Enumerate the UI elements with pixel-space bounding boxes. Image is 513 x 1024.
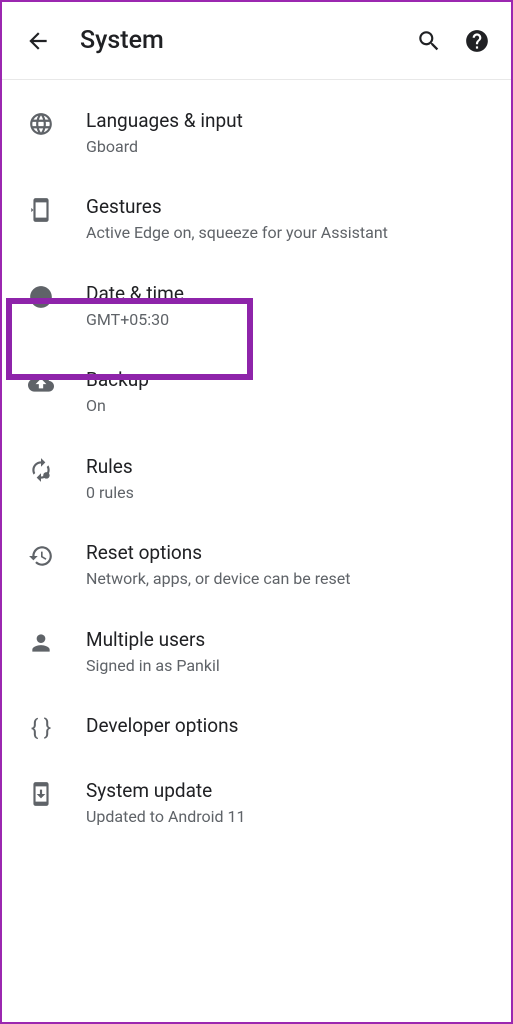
item-update[interactable]: System update Updated to Android 11 <box>2 760 511 846</box>
item-text: Backup On <box>86 368 493 416</box>
settings-list: Languages & input Gboard Gestures Active… <box>2 80 511 847</box>
reset-icon <box>20 543 62 569</box>
item-text: Developer options <box>86 714 493 739</box>
item-subtitle: Active Edge on, squeeze for your Assista… <box>86 223 493 244</box>
item-title: Languages & input <box>86 109 493 134</box>
item-text: Multiple users Signed in as Pankil <box>86 628 493 676</box>
person-icon <box>20 630 62 656</box>
gesture-icon <box>20 197 62 223</box>
item-gestures[interactable]: Gestures Active Edge on, squeeze for you… <box>2 176 511 262</box>
item-title: System update <box>86 779 493 804</box>
braces-icon: { } <box>20 716 62 741</box>
item-title: Reset options <box>86 541 493 566</box>
back-button[interactable] <box>22 25 54 57</box>
clock-icon <box>20 284 62 310</box>
rules-icon <box>20 457 62 483</box>
item-backup[interactable]: Backup On <box>2 349 511 435</box>
item-subtitle: Updated to Android 11 <box>86 807 493 828</box>
item-text: Reset options Network, apps, or device c… <box>86 541 493 589</box>
page-title: System <box>80 26 415 55</box>
item-subtitle: Network, apps, or device can be reset <box>86 569 493 590</box>
help-icon <box>464 28 490 54</box>
item-title: Backup <box>86 368 493 393</box>
item-text: Languages & input Gboard <box>86 109 493 157</box>
search-button[interactable] <box>415 27 443 55</box>
arrow-back-icon <box>25 28 51 54</box>
header-actions <box>415 27 491 55</box>
item-title: Gestures <box>86 195 493 220</box>
item-title: Rules <box>86 455 493 480</box>
backup-icon <box>20 370 62 396</box>
item-subtitle: 0 rules <box>86 483 493 504</box>
item-title: Developer options <box>86 714 493 739</box>
globe-icon <box>20 111 62 137</box>
item-text: System update Updated to Android 11 <box>86 779 493 827</box>
help-button[interactable] <box>463 27 491 55</box>
update-icon <box>20 781 62 807</box>
item-title: Multiple users <box>86 628 493 653</box>
item-subtitle: Signed in as Pankil <box>86 656 493 677</box>
item-users[interactable]: Multiple users Signed in as Pankil <box>2 609 511 695</box>
app-header: System <box>2 2 511 80</box>
item-text: Gestures Active Edge on, squeeze for you… <box>86 195 493 243</box>
search-icon <box>416 28 442 54</box>
item-datetime[interactable]: Date & time GMT+05:30 <box>2 263 511 349</box>
item-text: Rules 0 rules <box>86 455 493 503</box>
item-developer[interactable]: { } Developer options <box>2 695 511 760</box>
item-reset[interactable]: Reset options Network, apps, or device c… <box>2 522 511 608</box>
item-title: Date & time <box>86 282 493 307</box>
item-subtitle: Gboard <box>86 137 493 158</box>
item-text: Date & time GMT+05:30 <box>86 282 493 330</box>
item-subtitle: On <box>86 396 493 417</box>
item-rules[interactable]: Rules 0 rules <box>2 436 511 522</box>
item-languages[interactable]: Languages & input Gboard <box>2 90 511 176</box>
item-subtitle: GMT+05:30 <box>86 310 493 331</box>
